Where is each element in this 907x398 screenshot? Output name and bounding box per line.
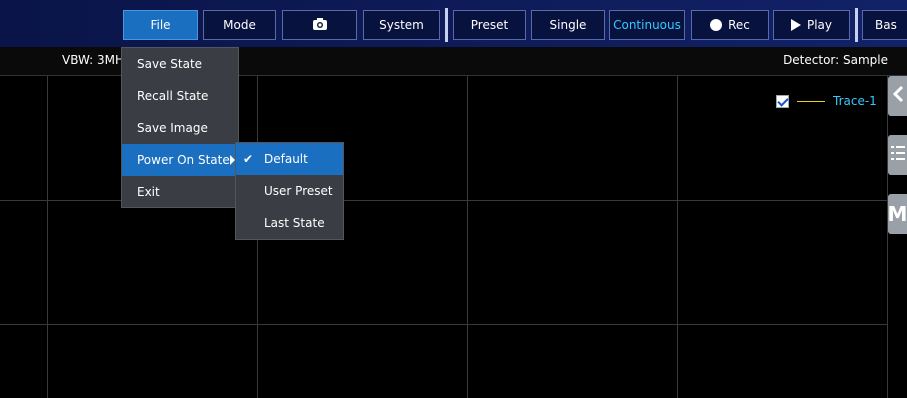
basic-button[interactable]: Bas	[862, 10, 907, 40]
record-icon	[710, 19, 723, 31]
checkmark-icon: ✔	[243, 152, 254, 166]
submenu-item-user-preset[interactable]: User Preset	[236, 175, 343, 207]
grid-line	[467, 76, 468, 398]
menu-item-exit[interactable]: Exit	[122, 176, 238, 208]
file-menu: Save State Recall State Save Image Power…	[121, 47, 239, 208]
single-button[interactable]: Single	[531, 10, 605, 40]
list-panel-tab[interactable]	[888, 135, 907, 175]
trace-label: Trace-1	[833, 94, 877, 108]
menu-item-label: Power On State	[137, 153, 230, 167]
continuous-label: Continuous	[613, 18, 681, 32]
menu-item-label: Recall State	[137, 89, 209, 103]
chevron-left-icon	[892, 84, 904, 108]
bas-label: Bas	[875, 18, 897, 32]
file-menu-button[interactable]: File	[123, 10, 198, 40]
trace-line-swatch	[797, 100, 825, 102]
play-button[interactable]: Play	[773, 10, 850, 40]
collapse-panel-tab[interactable]	[888, 76, 907, 116]
menu-item-label: Exit	[137, 185, 160, 199]
rec-label: Rec	[728, 18, 750, 32]
menu-item-power-on-state[interactable]: Power On State	[122, 144, 238, 176]
trace-legend: Trace-1	[776, 94, 877, 108]
record-button[interactable]: Rec	[691, 10, 769, 40]
menu-item-label: Save State	[137, 57, 203, 71]
play-label: Play	[806, 18, 833, 32]
preset-label: Preset	[470, 18, 509, 32]
system-button[interactable]: System	[363, 10, 440, 40]
vbw-readout: VBW: 3MH	[62, 53, 125, 67]
menu-item-save-state[interactable]: Save State	[122, 48, 238, 80]
trace-checkbox[interactable]	[776, 94, 789, 108]
detector-readout: Detector: Sample	[783, 53, 888, 67]
continuous-button[interactable]: Continuous	[609, 10, 685, 40]
camera-icon	[312, 17, 328, 34]
submenu-item-label: Last State	[264, 216, 325, 230]
system-label: System	[379, 18, 424, 32]
preset-button[interactable]: Preset	[453, 10, 526, 40]
grid-line	[887, 76, 888, 398]
mode-button[interactable]: Mode	[203, 10, 276, 40]
grid-line	[0, 324, 888, 325]
screenshot-button[interactable]	[282, 10, 357, 40]
grid-line	[677, 76, 678, 398]
menu-item-recall-state[interactable]: Recall State	[122, 80, 238, 112]
toolbar-separator	[445, 8, 448, 42]
toolbar: File Mode System Preset Single Continuou…	[0, 0, 907, 47]
grid-line	[47, 76, 48, 398]
marker-panel-tab[interactable]: M	[888, 194, 907, 234]
submenu-item-label: User Preset	[264, 184, 333, 198]
power-on-state-submenu: ✔ Default User Preset Last State	[235, 142, 344, 240]
submenu-item-label: Default	[264, 152, 308, 166]
submenu-item-default[interactable]: ✔ Default	[236, 143, 343, 175]
file-label: File	[150, 18, 171, 32]
menu-item-label: Save Image	[137, 121, 208, 135]
menu-item-save-image[interactable]: Save Image	[122, 112, 238, 144]
toolbar-separator	[855, 8, 858, 42]
submenu-item-last-state[interactable]: Last State	[236, 207, 343, 239]
marker-tab-label: M	[887, 202, 907, 226]
list-icon	[890, 143, 905, 167]
mode-label: Mode	[223, 18, 256, 32]
play-icon	[790, 19, 801, 31]
single-label: Single	[549, 18, 587, 32]
